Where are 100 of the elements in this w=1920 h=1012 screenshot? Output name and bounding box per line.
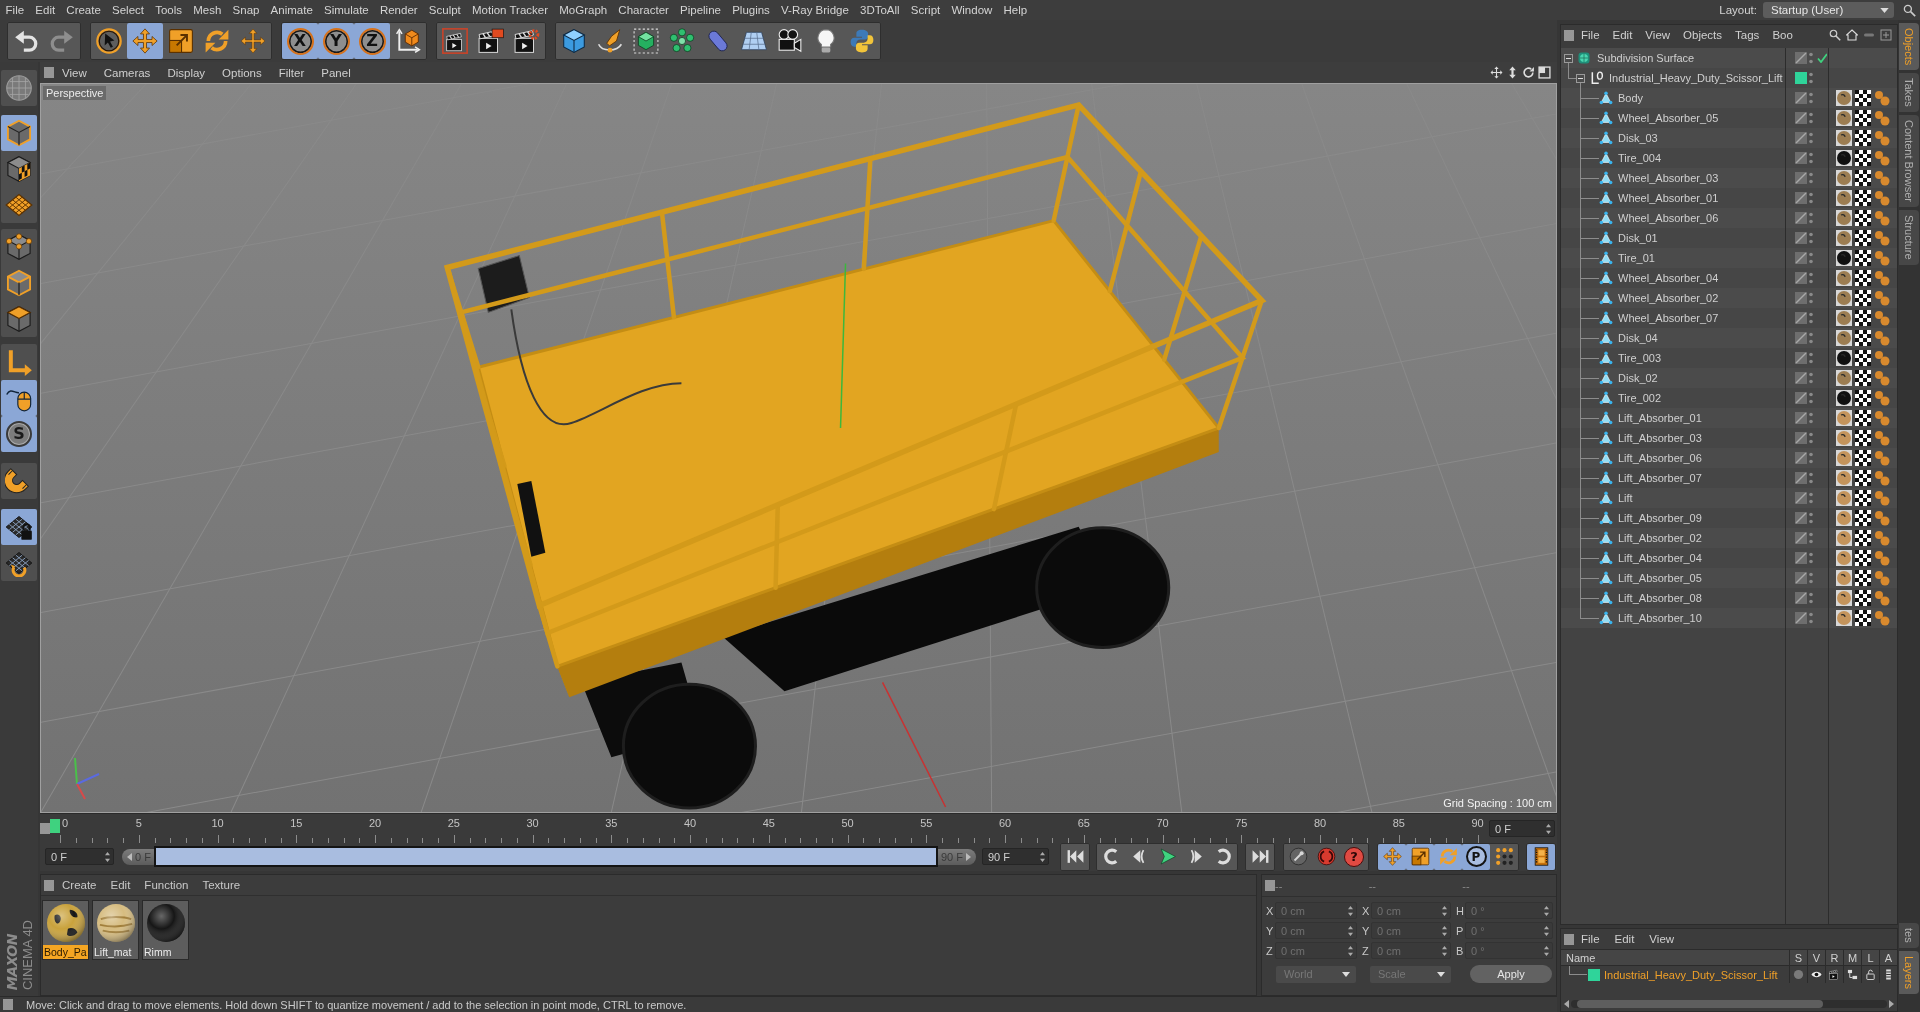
object-row[interactable]: Body	[1561, 88, 1897, 108]
layer-swatch-icon[interactable]	[1588, 968, 1600, 981]
column-header[interactable]: L	[1861, 950, 1879, 965]
menu-item[interactable]: Sculpt	[423, 1, 467, 19]
side-tab[interactable]: Objects	[1899, 23, 1919, 71]
material-tag-icon[interactable]	[1836, 330, 1852, 346]
menu-item[interactable]: 3DToAll	[854, 1, 906, 19]
camera-label[interactable]: Perspective	[43, 86, 107, 100]
menu-item[interactable]: File	[0, 1, 30, 19]
material-tag-icon[interactable]	[1836, 170, 1852, 186]
visibility-dots-icon[interactable]	[1809, 552, 1813, 564]
grip-icon[interactable]	[44, 67, 54, 78]
object-row[interactable]: Lift	[1561, 488, 1897, 508]
material-tag-icon[interactable]	[1836, 310, 1852, 326]
lock-icon[interactable]	[1865, 969, 1876, 980]
sphere-pair-icon[interactable]	[1874, 510, 1890, 526]
material-item[interactable]: Body_Pa	[42, 900, 89, 960]
object-row[interactable]: Wheel_Absorber_06	[1561, 208, 1897, 228]
search-icon[interactable]	[1903, 3, 1916, 17]
menu-item[interactable]: Motion Tracker	[466, 1, 554, 19]
menu-item[interactable]: Filter	[270, 66, 314, 79]
sphere-pair-icon[interactable]	[1874, 590, 1890, 606]
snap-button[interactable]: S	[1, 416, 37, 452]
material-tag-icon[interactable]	[1836, 150, 1852, 166]
object-row[interactable]: Tire_01	[1561, 248, 1897, 268]
end-frame-field[interactable]: 90 F	[982, 848, 1049, 865]
menu-item[interactable]: MoGraph	[553, 1, 613, 19]
side-tab[interactable]: Layers	[1899, 950, 1919, 994]
menu-item[interactable]: Tags	[1728, 29, 1766, 41]
check-icon[interactable]	[1817, 53, 1827, 63]
visibility-dots-icon[interactable]	[1809, 72, 1813, 84]
move-button[interactable]	[127, 23, 163, 59]
axis-lock-button[interactable]: X	[282, 23, 318, 59]
menu-item[interactable]: Character	[612, 1, 675, 19]
timeline-button[interactable]	[1527, 843, 1555, 870]
menu-item[interactable]: Simulate	[318, 1, 375, 19]
menu-item[interactable]: Texture	[194, 879, 247, 891]
menu-item[interactable]: Display	[159, 66, 215, 79]
menu-item[interactable]: Mesh	[187, 1, 227, 19]
eye-icon[interactable]	[1811, 969, 1822, 980]
current-frame-field[interactable]: 0 F	[1489, 820, 1555, 837]
checker-tag-icon[interactable]	[1855, 250, 1871, 266]
visibility-dots-icon[interactable]	[1809, 212, 1813, 224]
left-arrow-icon[interactable]	[1564, 1000, 1569, 1008]
visibility-dots-icon[interactable]	[1809, 132, 1813, 144]
minus-box-icon[interactable]	[1564, 53, 1573, 63]
menu-item[interactable]: Pipeline	[674, 1, 727, 19]
hierarchy-icon[interactable]	[1847, 969, 1858, 980]
visibility-dots-icon[interactable]	[1809, 272, 1813, 284]
checker-tag-icon[interactable]	[1855, 150, 1871, 166]
checker-tag-icon[interactable]	[1855, 90, 1871, 106]
column-header[interactable]: A	[1879, 950, 1897, 965]
visibility-dots-icon[interactable]	[1809, 412, 1813, 424]
model-button[interactable]	[1, 115, 37, 151]
visibility-dots-icon[interactable]	[1809, 52, 1813, 64]
minus-box-icon[interactable]	[1576, 73, 1585, 83]
layer-swatch-icon[interactable]	[1795, 72, 1807, 84]
checker-tag-icon[interactable]	[1855, 290, 1871, 306]
checker-tag-icon[interactable]	[1855, 490, 1871, 506]
material-item[interactable]: Lift_mat	[92, 900, 139, 960]
material-tag-icon[interactable]	[1836, 390, 1852, 406]
material-tag-icon[interactable]	[1836, 90, 1852, 106]
grip-icon[interactable]	[1564, 933, 1574, 945]
grip-icon[interactable]	[44, 879, 54, 891]
menu-item[interactable]: Edit	[1607, 933, 1643, 945]
material-tag-icon[interactable]	[1836, 370, 1852, 386]
menu-item[interactable]: View	[1642, 933, 1683, 945]
material-item[interactable]: Rimm	[142, 900, 189, 960]
window-icon[interactable]	[1538, 66, 1551, 79]
menu-item[interactable]: Tools	[149, 1, 188, 19]
right-arrow-icon[interactable]	[1889, 1000, 1894, 1008]
side-tab[interactable]: Takes	[1899, 73, 1919, 113]
material-tag-icon[interactable]	[1836, 190, 1852, 206]
side-tab[interactable]: tes	[1899, 923, 1919, 948]
visibility-dots-icon[interactable]	[1809, 612, 1813, 624]
dot-icon[interactable]	[1793, 969, 1804, 980]
circular-arrow-icon[interactable]	[1522, 66, 1535, 79]
visibility-dots-icon[interactable]	[1809, 92, 1813, 104]
checker-tag-icon[interactable]	[1855, 130, 1871, 146]
menu-item[interactable]: Panel	[313, 66, 360, 79]
object-row[interactable]: Disk_02	[1561, 368, 1897, 388]
object-row[interactable]: Lift_Absorber_05	[1561, 568, 1897, 588]
material-tag-icon[interactable]	[1836, 350, 1852, 366]
sphere-pair-icon[interactable]	[1874, 150, 1890, 166]
material-tag-icon[interactable]	[1836, 290, 1852, 306]
material-tag-icon[interactable]	[1836, 210, 1852, 226]
visibility-dots-icon[interactable]	[1809, 112, 1813, 124]
object-row[interactable]: Lift_Absorber_06	[1561, 448, 1897, 468]
material-tag-icon[interactable]	[1836, 230, 1852, 246]
menu-item[interactable]: Function	[136, 879, 195, 891]
menu-item[interactable]: Script	[905, 1, 946, 19]
scrollbar-track[interactable]	[1571, 1000, 1887, 1008]
menu-item[interactable]: File	[1574, 933, 1608, 945]
visibility-dots-icon[interactable]	[1809, 152, 1813, 164]
material-tag-icon[interactable]	[1836, 110, 1852, 126]
side-tab[interactable]: Content Browser	[1899, 115, 1919, 207]
checker-tag-icon[interactable]	[1855, 510, 1871, 526]
sphere-pair-icon[interactable]	[1874, 550, 1890, 566]
side-tab[interactable]: Structure	[1899, 210, 1919, 265]
grip-icon[interactable]	[40, 823, 50, 834]
